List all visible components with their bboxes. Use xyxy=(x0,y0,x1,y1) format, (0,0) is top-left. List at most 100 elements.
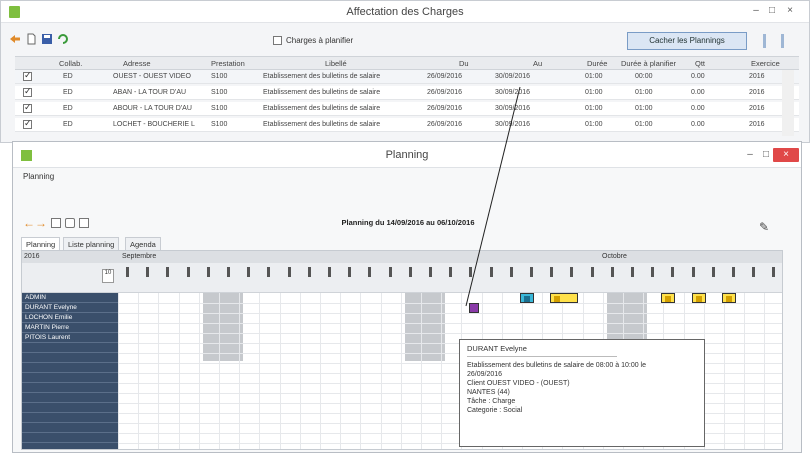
resource-row[interactable]: ADMIN xyxy=(22,293,118,303)
tab-agenda[interactable]: Agenda xyxy=(125,237,161,251)
cell-libelle: Etablissement des bulletins de salaire xyxy=(263,89,381,96)
planning-title: Planning xyxy=(385,149,429,161)
col-header-adresse[interactable]: Adresse xyxy=(123,59,151,68)
calendar-day-header: 10 xyxy=(22,263,782,293)
resource-row[interactable]: PITOIS Laurent xyxy=(22,333,118,343)
planning-range-title: Planning du 14/09/2016 au 06/10/2016 xyxy=(341,218,475,227)
day-marker xyxy=(206,267,210,277)
day-marker xyxy=(186,267,190,277)
row-checkbox[interactable] xyxy=(23,86,32,97)
pen-icon[interactable]: ✎ xyxy=(759,220,769,234)
resource-row-empty xyxy=(22,413,118,423)
table-row[interactable]: ED OUEST - OUEST VIDEO S100 Etablissement d… xyxy=(15,70,799,84)
maximize-button[interactable]: □ xyxy=(765,5,779,16)
day-marker xyxy=(711,267,715,277)
resource-row-empty xyxy=(22,343,118,353)
tab-liste-planning[interactable]: Liste planning xyxy=(63,237,120,251)
month-september: Septembre xyxy=(122,253,157,260)
planning-menu[interactable]: Planning xyxy=(23,172,54,181)
cell-exercice: 2016 xyxy=(749,89,765,96)
cell-du: 26/09/2016 xyxy=(427,121,463,128)
refresh-icon[interactable] xyxy=(57,33,69,45)
col-header-collab[interactable]: Collab. xyxy=(59,59,82,68)
planning-minimize-button[interactable]: – xyxy=(743,149,757,160)
day-marker xyxy=(732,267,735,277)
row-checkbox[interactable] xyxy=(23,118,32,129)
day-marker xyxy=(550,267,554,277)
col-header-prestation[interactable]: Prestation xyxy=(211,59,245,68)
day-marker xyxy=(126,267,129,277)
event-admin-yellow-4[interactable] xyxy=(721,293,736,303)
hide-plannings-button[interactable]: Cacher les Plannings xyxy=(627,32,747,50)
event-admin-yellow-2[interactable] xyxy=(661,293,676,303)
day-marker xyxy=(691,267,695,277)
calendar-nav-icon[interactable]: 10 xyxy=(102,269,114,283)
col-header-duree-planif[interactable]: Durée à planifier xyxy=(621,59,676,68)
event-admin-yellow[interactable] xyxy=(550,293,579,303)
new-document-icon[interactable] xyxy=(25,33,37,45)
cell-collab: ED xyxy=(63,89,73,96)
cell-prestation: S100 xyxy=(211,105,228,112)
table-row[interactable]: ED ABAN - LA TOUR D'AU S100 Etablissement d… xyxy=(15,86,799,100)
day-marker xyxy=(368,267,372,277)
tooltip-line: NANTES (44) xyxy=(467,389,510,396)
grid-vline xyxy=(441,293,443,449)
cell-exercice: 2016 xyxy=(749,73,765,80)
grid-vline xyxy=(340,293,342,449)
cell-qtt: 0.00 xyxy=(691,89,705,96)
grid-scrollbar[interactable] xyxy=(782,70,794,136)
minimize-button[interactable]: – xyxy=(749,5,763,16)
save-icon[interactable] xyxy=(41,33,53,45)
day-marker xyxy=(631,267,634,277)
col-header-qtt[interactable]: Qtt xyxy=(695,59,705,68)
cell-collab: ED xyxy=(63,121,73,128)
grid-hline xyxy=(118,333,782,334)
cell-prestation: S100 xyxy=(211,121,228,128)
event-admin-yellow-3[interactable] xyxy=(691,293,706,303)
col-header-libelle[interactable]: Libellé xyxy=(325,59,347,68)
day-marker xyxy=(348,267,352,277)
day-marker xyxy=(328,267,331,277)
cell-du: 26/09/2016 xyxy=(427,73,463,80)
table-row[interactable]: ED ABOUR - LA TOUR D'AU S100 Etablissement … xyxy=(15,102,799,116)
day-marker xyxy=(530,267,533,277)
day-marker xyxy=(166,267,170,277)
grid-vline xyxy=(259,293,261,449)
cell-duree_planif: 01:00 xyxy=(635,105,653,112)
calendar-year: 2016 xyxy=(24,253,40,260)
charges-a-planifier-checkbox[interactable] xyxy=(273,36,282,45)
grid-vline xyxy=(239,293,241,449)
col-header-du[interactable]: Du xyxy=(459,59,469,68)
tooltip-line: Categorie : Social xyxy=(467,407,523,414)
day-marker xyxy=(307,267,311,277)
grid-vline xyxy=(400,293,402,449)
day-marker xyxy=(408,267,412,277)
cell-au: 30/09/2016 xyxy=(495,121,531,128)
col-header-duree[interactable]: Durée xyxy=(587,59,607,68)
event-marker-icon xyxy=(665,296,672,302)
back-arrow-icon[interactable] xyxy=(9,33,21,45)
event-tooltip: DURANT Evelyne Etablissement des bulleti… xyxy=(459,339,705,447)
day-marker xyxy=(489,267,493,277)
planning-close-button[interactable]: × xyxy=(773,148,799,162)
resource-row[interactable]: DURANT Evelyne xyxy=(22,303,118,313)
event-durant-purple[interactable] xyxy=(469,303,480,313)
event-admin-cyan[interactable] xyxy=(519,293,534,303)
cell-prestation: S100 xyxy=(211,89,228,96)
cell-duree: 01:00 xyxy=(585,121,603,128)
row-checkbox[interactable] xyxy=(23,70,32,81)
row-checkbox[interactable] xyxy=(23,102,32,113)
resource-row-empty xyxy=(22,423,118,433)
close-button[interactable]: × xyxy=(783,5,797,16)
resource-row[interactable]: LOCHON Emilie xyxy=(22,313,118,323)
day-marker xyxy=(590,267,594,277)
table-row[interactable]: ED LOCHET - BOUCHERIE L S100 Etablissement … xyxy=(15,118,799,132)
col-header-au[interactable]: Au xyxy=(533,59,542,68)
tab-planning[interactable]: Planning xyxy=(21,237,61,251)
resource-row-empty xyxy=(22,353,118,363)
resource-row[interactable]: MARTIN Pierre xyxy=(22,323,118,333)
grid-vline xyxy=(279,293,281,449)
cell-adresse: OUEST - OUEST VIDEO xyxy=(113,73,191,80)
col-header-exercice[interactable]: Exercice xyxy=(751,59,780,68)
planning-maximize-button[interactable]: □ xyxy=(759,149,773,160)
